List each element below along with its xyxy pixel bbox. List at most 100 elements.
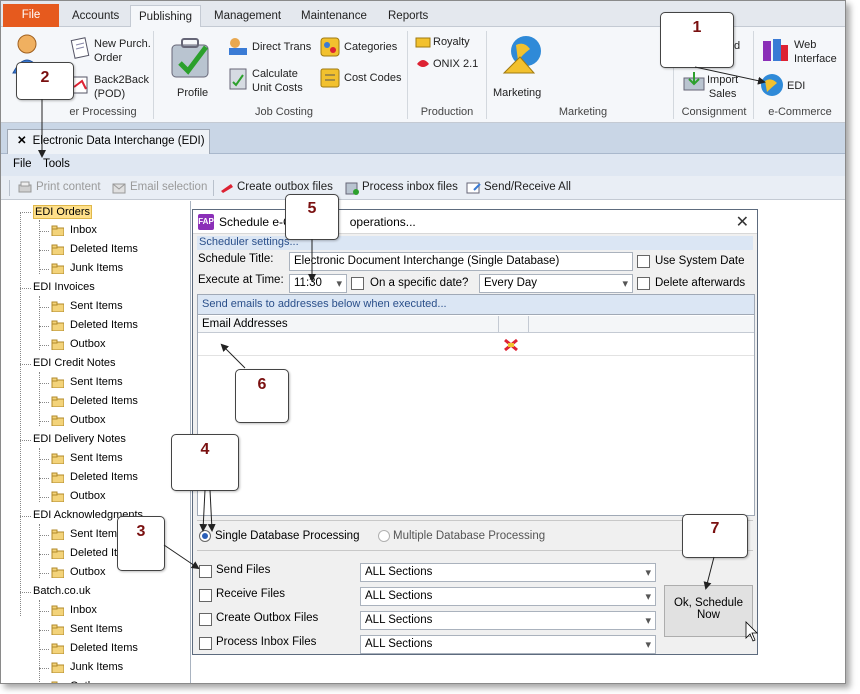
toolbar-grip (9, 180, 10, 196)
tree-item[interactable]: Outbox (70, 680, 105, 683)
close-tab-icon[interactable]: ✕ (17, 135, 27, 147)
edi-button[interactable]: EDI (787, 79, 805, 93)
tree-item[interactable]: Sent Items (70, 623, 123, 635)
schedule-title-input[interactable]: Electronic Document Interchange (Single … (289, 252, 633, 271)
email-grid-header: Send emails to addresses below when exec… (198, 295, 754, 315)
tree-item[interactable]: Deleted It (70, 547, 117, 559)
tree-item[interactable]: Outbox (70, 566, 105, 578)
tree-item[interactable]: Inbox (70, 224, 97, 236)
tree-item[interactable]: Deleted Items (70, 319, 138, 331)
royalty-button[interactable]: Royalty (433, 35, 470, 49)
tree-group[interactable]: EDI Invoices (33, 281, 95, 293)
import-sales-button[interactable]: Import Sales (707, 73, 738, 101)
tab-publishing[interactable]: Publishing (130, 5, 202, 28)
delete-afterwards-checkbox[interactable] (637, 277, 650, 290)
single-database-radio[interactable] (199, 530, 211, 542)
tree-item[interactable]: Junk Items (70, 262, 123, 274)
tab-accounts[interactable]: Accounts (64, 5, 127, 27)
process-inbox-icon (345, 182, 359, 195)
callout-2: 2 (16, 62, 74, 100)
tree-connector (39, 649, 49, 650)
divider (197, 520, 753, 521)
tree-item[interactable]: Deleted Items (70, 642, 138, 654)
create-outbox-files-button[interactable]: Create outbox files (237, 181, 333, 193)
callout-4: 4 (171, 434, 239, 491)
calculate-unit-costs-button[interactable]: Calculate Unit Costs (252, 67, 303, 95)
task-checkbox[interactable] (199, 565, 212, 578)
menu-tools[interactable]: Tools (43, 158, 70, 170)
send-receive-all-button[interactable]: Send/Receive All (484, 181, 571, 193)
multiple-database-radio[interactable] (378, 530, 390, 542)
tree-item[interactable]: Junk Items (70, 661, 123, 673)
new-purch-order-button[interactable]: New Purch. Order (94, 37, 151, 65)
tree-item[interactable]: Sent Items (70, 376, 123, 388)
tree-item[interactable]: Outbox (70, 490, 105, 502)
tree-item[interactable]: Deleted Items (70, 395, 138, 407)
tab-edi[interactable]: ✕ Electronic Data Interchange (EDI) (7, 129, 210, 154)
tree-connector (39, 383, 49, 384)
tab-maintenance[interactable]: Maintenance (293, 5, 375, 27)
specific-date-checkbox[interactable] (351, 277, 364, 290)
callout-6: 6 (235, 369, 289, 423)
tree-item[interactable]: Sent Items (70, 452, 123, 464)
tree-connector (39, 668, 49, 669)
categories-button[interactable]: Categories (344, 40, 397, 54)
tree-group[interactable]: EDI Credit Notes (33, 357, 116, 369)
folder-icon (51, 605, 64, 616)
tree-connector (39, 421, 49, 422)
tree-item[interactable]: Sent Item (70, 528, 117, 540)
tree-group[interactable]: EDI Orders (33, 205, 93, 219)
task-section-select[interactable]: ALL Sections (360, 563, 656, 582)
profile-icon (171, 38, 209, 78)
folder-icon (51, 472, 64, 483)
consignment-partial-label[interactable]: d (734, 39, 740, 53)
tree-group[interactable]: EDI Delivery Notes (33, 433, 126, 445)
execute-at-time-label: Execute at Time: (198, 274, 284, 286)
cost-codes-icon (320, 68, 340, 88)
tab-management[interactable]: Management (206, 5, 289, 27)
marketing-button[interactable]: Marketing (493, 86, 541, 100)
tree-item[interactable]: Deleted Items (70, 471, 138, 483)
use-system-date-checkbox[interactable] (637, 255, 650, 268)
tree-item[interactable]: Outbox (70, 338, 105, 350)
direct-trans-icon (229, 38, 247, 55)
task-label: Create Outbox Files (216, 612, 319, 624)
specific-date-label: On a specific date? (370, 277, 469, 289)
group-separator (153, 31, 154, 119)
toolbar: Print content Email selection Create out… (1, 176, 845, 200)
callout-3: 3 (117, 516, 165, 571)
tree-connector (20, 288, 31, 289)
profile-button[interactable]: Profile (177, 86, 208, 100)
tree-item[interactable]: Deleted Items (70, 243, 138, 255)
back2back-button[interactable]: Back2Back (POD) (94, 73, 149, 101)
tree-item[interactable]: Inbox (70, 604, 97, 616)
task-section-select[interactable]: ALL Sections (360, 611, 656, 630)
email-row[interactable] (198, 334, 754, 356)
tree-connector (39, 573, 49, 574)
onix-button[interactable]: ONIX 2.1 (433, 57, 478, 71)
delete-row-icon[interactable] (503, 338, 519, 352)
email-selection-button[interactable]: Email selection (130, 181, 207, 193)
tab-reports[interactable]: Reports (380, 5, 436, 27)
print-content-button[interactable]: Print content (36, 181, 101, 193)
task-section-select[interactable]: ALL Sections (360, 635, 656, 654)
tab-file[interactable]: File (3, 4, 59, 27)
cost-codes-button[interactable]: Cost Codes (344, 71, 401, 85)
process-inbox-files-button[interactable]: Process inbox files (362, 181, 458, 193)
web-interface-button[interactable]: Web Interface (794, 38, 837, 66)
tree-item[interactable]: Sent Items (70, 300, 123, 312)
tree-group[interactable]: Batch.co.uk (33, 585, 90, 597)
ok-schedule-now-button[interactable]: Ok, Schedule Now (664, 585, 753, 637)
direct-trans-button[interactable]: Direct Trans (252, 40, 311, 54)
task-checkbox[interactable] (199, 613, 212, 626)
group-label-ecommerce: e-Commerce (768, 106, 832, 118)
time-select[interactable]: 11:30 (289, 274, 347, 293)
task-section-select[interactable]: ALL Sections (360, 587, 656, 606)
frequency-select[interactable]: Every Day (479, 274, 633, 293)
task-checkbox[interactable] (199, 637, 212, 650)
tree-item[interactable]: Outbox (70, 414, 105, 426)
menu-file[interactable]: File (13, 158, 32, 170)
folder-icon (51, 415, 64, 426)
task-checkbox[interactable] (199, 589, 212, 602)
dialog-close-button[interactable]: ✕ (736, 212, 749, 232)
